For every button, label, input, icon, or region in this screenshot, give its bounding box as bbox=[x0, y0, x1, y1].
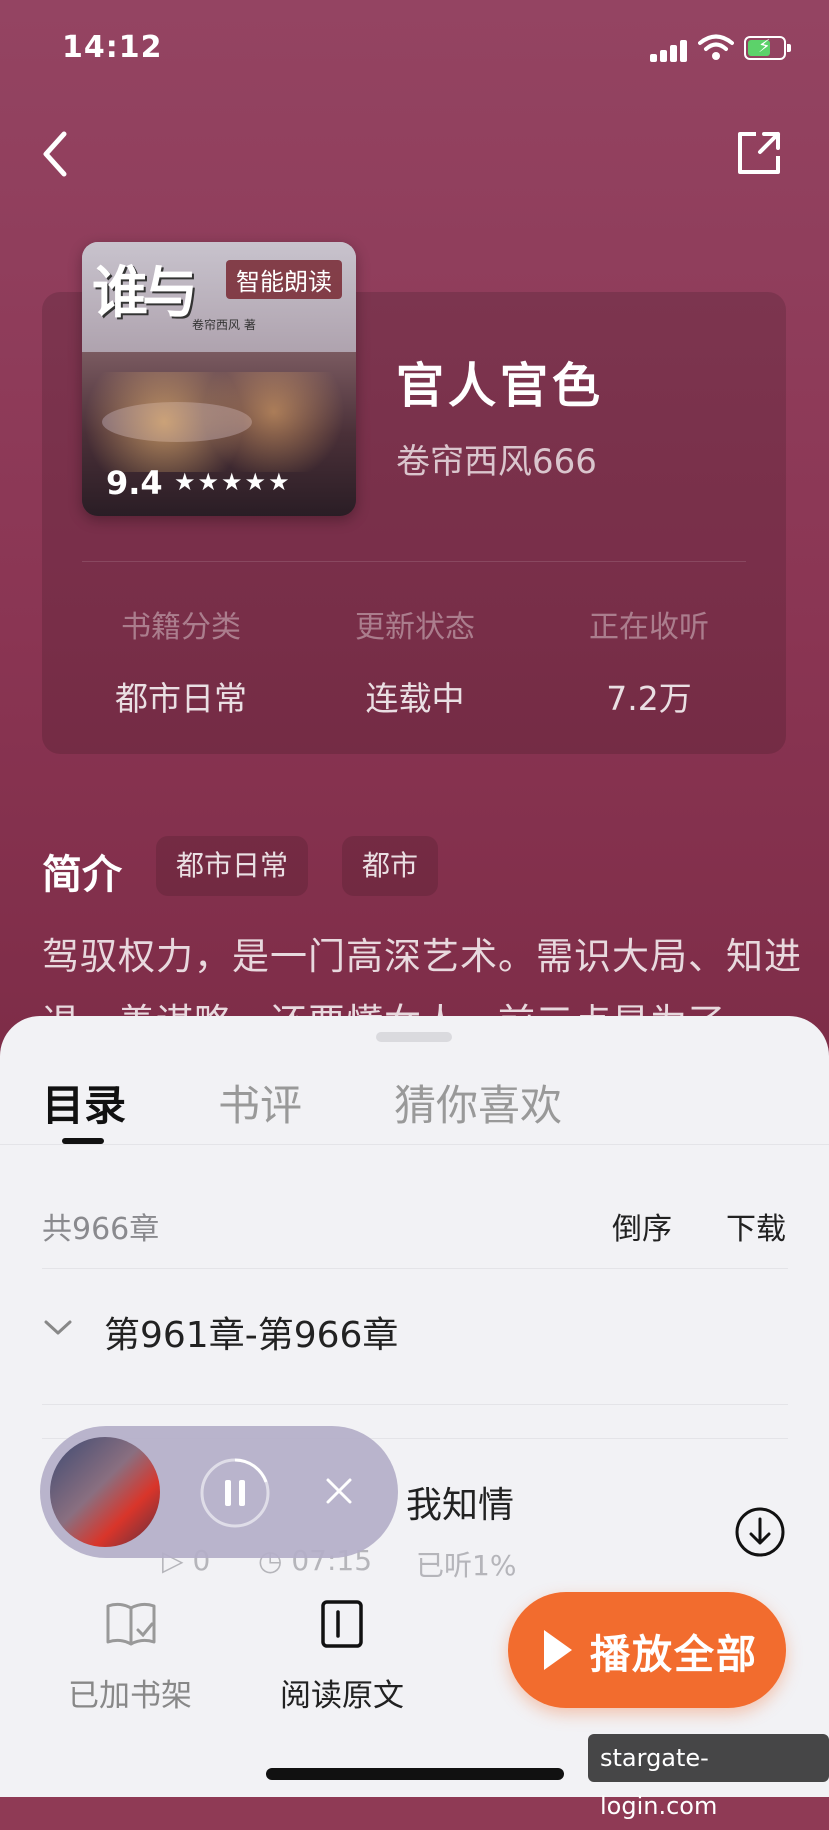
tag-urban-daily[interactable]: 都市日常 bbox=[156, 836, 309, 896]
play-icon bbox=[544, 1630, 572, 1670]
status-time: 14:12 bbox=[62, 30, 163, 65]
play-all-label: 播放全部 bbox=[590, 1632, 758, 1678]
download-icon[interactable] bbox=[734, 1506, 786, 1558]
tag-urban[interactable]: 都市 bbox=[342, 836, 439, 896]
status-bar: 14:12 ⚡ bbox=[0, 0, 829, 100]
cover-title: 谁与 bbox=[92, 260, 198, 326]
read-original-icon[interactable] bbox=[318, 1598, 366, 1650]
signal-icon bbox=[650, 38, 690, 62]
stat-label: 更新状态 bbox=[355, 610, 475, 645]
download-button[interactable]: 下载 bbox=[726, 1204, 786, 1248]
intro-heading: 简介 bbox=[42, 852, 122, 898]
divider bbox=[0, 1144, 829, 1145]
pause-icon[interactable] bbox=[198, 1456, 272, 1530]
stat-value: 都市日常 bbox=[115, 679, 247, 718]
mini-player-cover[interactable] bbox=[50, 1437, 160, 1547]
book-author[interactable]: 卷帘西风666 bbox=[396, 434, 597, 483]
tab-catalog[interactable]: 目录 bbox=[42, 1072, 126, 1133]
stat-update-status: 更新状态 连载中 bbox=[300, 602, 530, 720]
drag-handle[interactable] bbox=[376, 1032, 452, 1042]
home-indicator[interactable] bbox=[266, 1768, 564, 1780]
divider bbox=[42, 1268, 788, 1269]
play-all-button[interactable]: 播放全部 bbox=[508, 1592, 786, 1708]
chapter-count: 共966章 bbox=[42, 1212, 160, 1247]
bookshelf-added-icon[interactable] bbox=[104, 1600, 158, 1648]
wifi-icon bbox=[698, 34, 734, 60]
battery-icon: ⚡ bbox=[744, 36, 791, 60]
share-icon[interactable] bbox=[734, 128, 784, 178]
listen-progress: 已听1% bbox=[416, 1549, 517, 1582]
chapter-title[interactable]: 我知情 bbox=[406, 1476, 514, 1528]
divider bbox=[82, 561, 746, 562]
chevron-down-icon[interactable] bbox=[42, 1316, 74, 1338]
smart-reading-badge: 智能朗读 bbox=[226, 260, 342, 299]
divider bbox=[42, 1404, 788, 1405]
stat-listening: 正在收听 7.2万 bbox=[534, 602, 764, 720]
stat-label: 正在收听 bbox=[589, 610, 709, 645]
rating-stars: ★★★★★ bbox=[174, 468, 292, 496]
stat-value: 7.2万 bbox=[606, 679, 692, 718]
tab-reviews[interactable]: 书评 bbox=[218, 1072, 302, 1133]
close-icon[interactable] bbox=[322, 1474, 356, 1508]
cover-author: 卷帘西风 著 bbox=[192, 318, 256, 332]
stat-label: 书籍分类 bbox=[121, 610, 241, 645]
watermark: stargate-login.com bbox=[588, 1734, 829, 1820]
mini-player[interactable] bbox=[40, 1426, 398, 1558]
book-cover[interactable]: 谁与 卷帘西风 著 智能朗读 9.4 ★★★★★ bbox=[82, 242, 356, 516]
back-arrow-icon[interactable] bbox=[36, 128, 76, 180]
stat-category: 书籍分类 都市日常 bbox=[66, 602, 296, 720]
added-to-shelf-label[interactable]: 已加书架 bbox=[68, 1670, 192, 1715]
rating-score: 9.4 bbox=[106, 464, 163, 502]
sort-reverse-button[interactable]: 倒序 bbox=[612, 1204, 672, 1248]
tab-recommendations[interactable]: 猜你喜欢 bbox=[394, 1072, 562, 1133]
stat-value: 连载中 bbox=[365, 679, 465, 718]
read-original-label[interactable]: 阅读原文 bbox=[280, 1670, 404, 1715]
chapter-range[interactable]: 第961章-第966章 bbox=[104, 1306, 398, 1358]
book-title: 官人官色 bbox=[396, 358, 605, 414]
